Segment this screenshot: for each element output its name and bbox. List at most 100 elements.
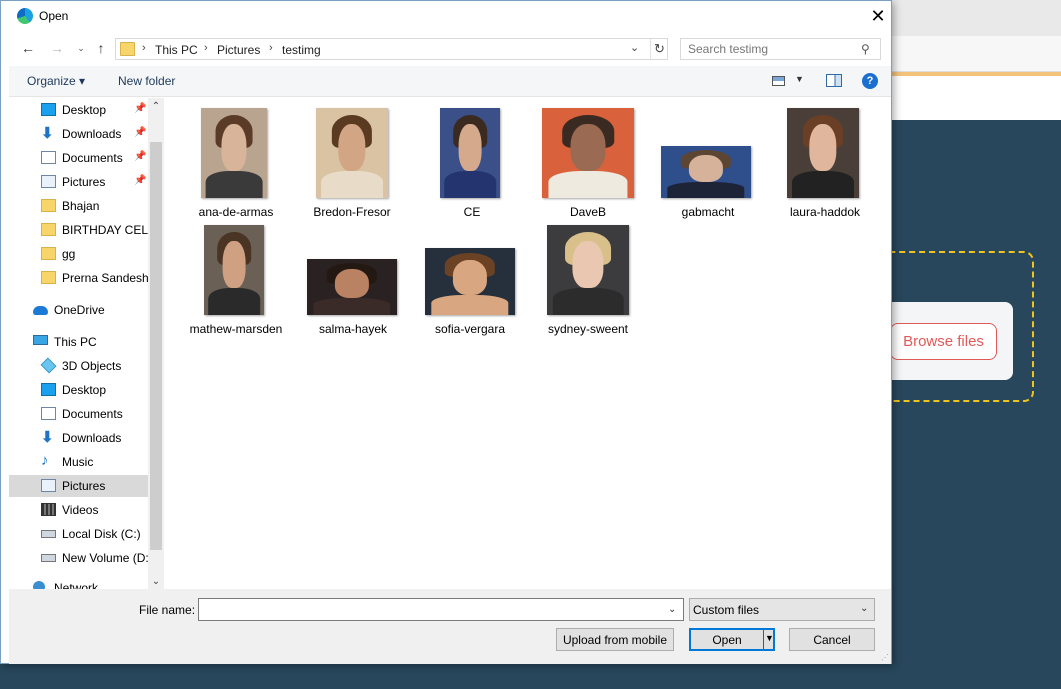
- thumbnail-face: [688, 155, 724, 183]
- volume-icon: [41, 554, 56, 562]
- change-view-button[interactable]: ▼: [772, 74, 808, 90]
- sidebar-item-this-pc[interactable]: This PC: [9, 331, 148, 353]
- preview-pane-icon[interactable]: [826, 74, 842, 87]
- cancel-button[interactable]: Cancel: [789, 628, 875, 651]
- videos-icon: [41, 503, 56, 516]
- close-button[interactable]: ✕: [865, 3, 891, 29]
- sidebar-item-3d-objects[interactable]: 3D Objects: [9, 355, 148, 377]
- sidebar-item-pictures[interactable]: Pictures: [9, 475, 148, 497]
- sidebar-item-network[interactable]: Network: [9, 577, 148, 589]
- file-item[interactable]: laura-haddok: [777, 108, 873, 244]
- up-arrow-icon[interactable]: ↑: [93, 40, 109, 56]
- pin-icon: 📌: [134, 151, 147, 162]
- file-item[interactable]: mathew-marsden: [188, 225, 284, 361]
- upload-from-mobile-button[interactable]: Upload from mobile: [556, 628, 674, 651]
- thumbnail-body: [792, 171, 854, 198]
- back-arrow-icon[interactable]: ←: [20, 40, 36, 56]
- sidebar-item-new-volume-d[interactable]: New Volume (D:: [9, 547, 148, 569]
- chevron-down-icon[interactable]: ⌄: [860, 603, 868, 614]
- sidebar-item-local-disk-c[interactable]: Local Disk (C:): [9, 523, 148, 545]
- refresh-icon[interactable]: ↻: [650, 39, 668, 59]
- organize-button[interactable]: Organize ▾: [27, 74, 85, 88]
- sidebar-item-downloads[interactable]: ⬇ Downloads 📌: [9, 123, 148, 145]
- sidebar-item-gg[interactable]: gg: [9, 243, 148, 265]
- scroll-down-icon[interactable]: ⌄: [148, 573, 164, 589]
- navigation-bar: ← → ⌄ ↑ › This PC › Pictures › testimg ⌄…: [1, 32, 891, 66]
- scrollbar-thumb[interactable]: [150, 142, 162, 550]
- file-name: ana-de-armas: [198, 205, 274, 219]
- onedrive-icon: [33, 306, 48, 315]
- breadcrumb-separator-icon: ›: [142, 42, 146, 54]
- sidebar-item-label: Pictures: [62, 175, 106, 189]
- sidebar-item-label: Music: [62, 455, 94, 469]
- sidebar-item-videos[interactable]: Videos: [9, 499, 148, 521]
- file-type-select[interactable]: Custom files ⌄: [689, 598, 875, 621]
- file-name: Bredon-Fresor: [313, 205, 391, 219]
- sidebar-item-documents[interactable]: Documents: [9, 403, 148, 425]
- thumbnail-face: [458, 124, 482, 171]
- open-file-dialog: Open ✕ ← → ⌄ ↑ › This PC › Pictures › te…: [0, 0, 892, 664]
- file-name-input[interactable]: ⌄: [198, 598, 684, 621]
- chevron-down-icon[interactable]: ⌄: [668, 604, 676, 615]
- navigation-pane: Desktop 📌 ⬇ Downloads 📌 Documents 📌 Pictures 📌 Bh…: [9, 98, 148, 589]
- address-bar[interactable]: › This PC › Pictures › testimg ⌄ ↻: [115, 38, 668, 60]
- sidebar-item-music[interactable]: ♪ Music: [9, 451, 148, 473]
- sidebar-item-onedrive[interactable]: OneDrive: [9, 299, 148, 321]
- sidebar-item-label: gg: [62, 247, 76, 261]
- file-item[interactable]: CE: [424, 108, 520, 244]
- sidebar-item-desktop[interactable]: Desktop: [9, 379, 148, 401]
- file-item[interactable]: salma-hayek: [305, 225, 401, 361]
- pictures-icon: [41, 175, 56, 188]
- open-button[interactable]: Open ▼: [689, 628, 775, 651]
- breadcrumb-pictures[interactable]: Pictures: [217, 43, 260, 57]
- image-thumbnail: [661, 146, 751, 198]
- breadcrumb-this-pc[interactable]: This PC: [155, 43, 198, 57]
- file-item[interactable]: Bredon-Fresor: [304, 108, 400, 244]
- edge-browser-icon: [17, 8, 33, 24]
- network-icon: [33, 581, 45, 589]
- file-item[interactable]: gabmacht: [660, 108, 756, 244]
- recent-locations-chevron-icon[interactable]: ⌄: [73, 40, 89, 56]
- sidebar-item-downloads[interactable]: ⬇ Downloads: [9, 427, 148, 449]
- sidebar-item-pictures[interactable]: Pictures 📌: [9, 171, 148, 193]
- file-item[interactable]: DaveB: [540, 108, 636, 244]
- thumbnail-body: [208, 288, 260, 315]
- browse-files-button[interactable]: Browse files: [890, 323, 997, 360]
- search-icon[interactable]: ⚲: [861, 42, 870, 56]
- sidebar-item-documents[interactable]: Documents 📌: [9, 147, 148, 169]
- forward-arrow-icon[interactable]: →: [49, 40, 65, 56]
- sidebar-item-bhajan[interactable]: Bhajan: [9, 195, 148, 217]
- folder-icon: [41, 223, 56, 236]
- file-name: mathew-marsden: [189, 322, 283, 336]
- search-box[interactable]: ⚲: [680, 38, 881, 60]
- sidebar-item-birthday-celeb[interactable]: BIRTHDAY CELEB: [9, 219, 148, 241]
- downloads-icon: ⬇: [41, 429, 54, 446]
- thumbnail-body: [667, 182, 745, 198]
- pictures-icon: [41, 479, 56, 492]
- chevron-down-icon[interactable]: ▼: [765, 633, 774, 643]
- thumbnail-face: [452, 260, 488, 295]
- image-thumbnail: [787, 108, 859, 198]
- pin-icon: 📌: [134, 127, 147, 138]
- breadcrumb-testimg[interactable]: testimg: [282, 43, 321, 57]
- scroll-up-icon[interactable]: ⌃: [148, 98, 164, 114]
- file-name: CE: [463, 205, 481, 219]
- search-input[interactable]: [681, 39, 856, 59]
- sidebar-item-desktop[interactable]: Desktop 📌: [9, 99, 148, 121]
- chevron-down-icon[interactable]: ⌄: [630, 41, 639, 54]
- thumbnail-face: [338, 124, 366, 171]
- thumbnail-face: [570, 124, 606, 171]
- chevron-down-icon[interactable]: ▼: [795, 74, 804, 84]
- navigation-pane-scrollbar[interactable]: ⌃ ⌄: [148, 98, 164, 589]
- folder-icon: [41, 247, 56, 260]
- help-icon[interactable]: ?: [862, 73, 878, 89]
- sidebar-item-prerna-sandesh[interactable]: Prerna Sandesh_: [9, 267, 148, 289]
- resize-grip-icon[interactable]: ⋰: [881, 653, 889, 662]
- new-folder-button[interactable]: New folder: [118, 74, 175, 88]
- file-item[interactable]: ana-de-armas: [188, 108, 284, 244]
- file-item[interactable]: sofia-vergara: [422, 225, 518, 361]
- sidebar-item-label: Network: [54, 581, 99, 589]
- file-item[interactable]: sydney-sweent: [540, 225, 636, 361]
- music-icon: ♪: [41, 452, 49, 469]
- sidebar-item-label: Documents: [62, 407, 123, 421]
